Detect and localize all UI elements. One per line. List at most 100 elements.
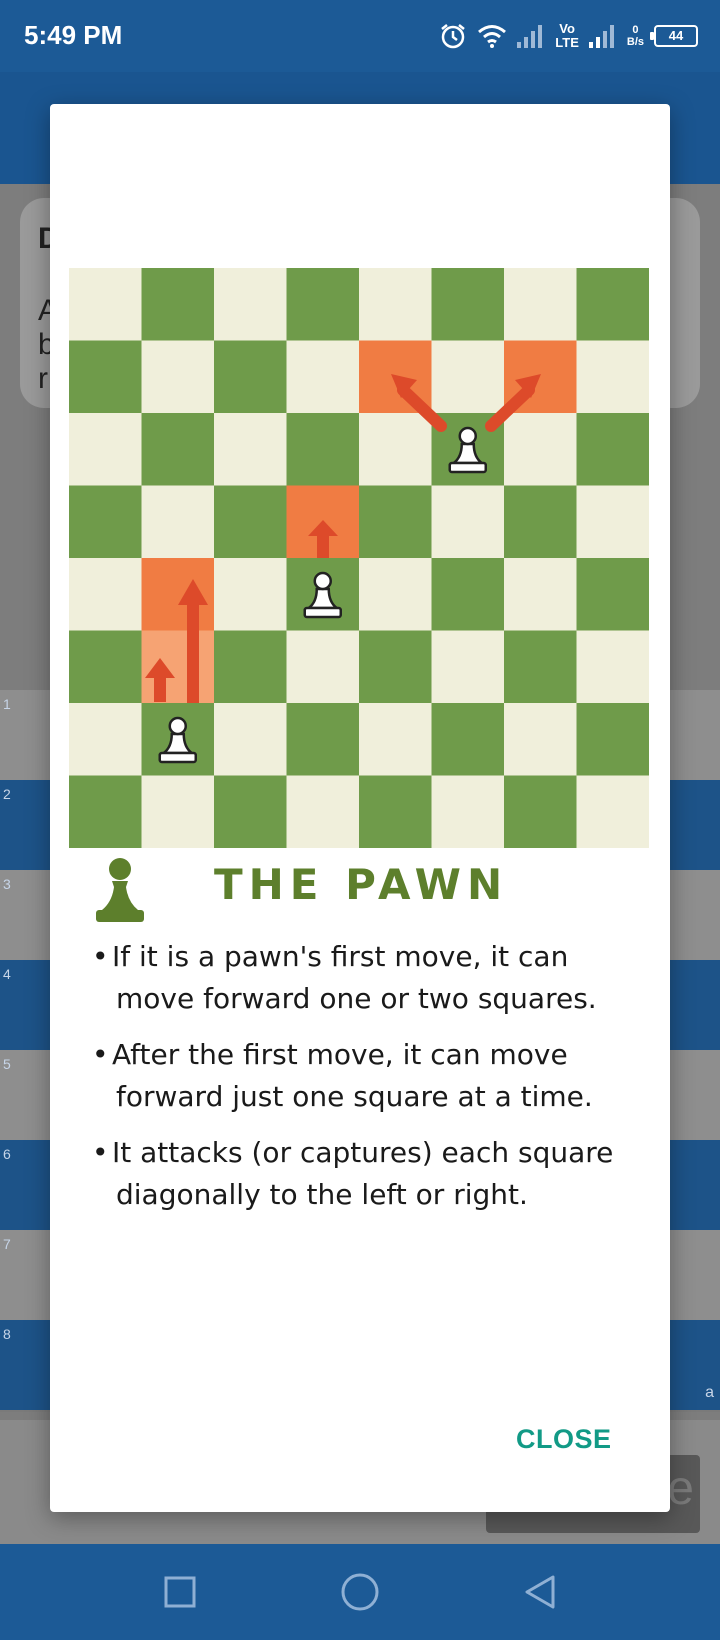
back-button[interactable] [516, 1568, 564, 1616]
navigation-bar [0, 1544, 720, 1640]
rank-number: 6 [3, 1146, 11, 1162]
board-square [141, 775, 215, 848]
board-square [141, 485, 215, 559]
status-icons: Vo LTE 0 B/s 44 [439, 18, 698, 54]
pawn-moves-board [69, 268, 649, 848]
signal-icon [517, 25, 543, 48]
pawn-title-row: THE PAWN [92, 852, 632, 932]
board-square [431, 703, 505, 776]
board-square [214, 268, 287, 341]
rule-line: After the first move, it can move [112, 1038, 568, 1071]
rank-number: 2 [3, 786, 11, 802]
board-square [214, 340, 287, 414]
board-square [286, 268, 360, 341]
board-square [69, 558, 142, 631]
board-square [504, 775, 577, 848]
board-square [69, 775, 142, 848]
board-square [576, 413, 649, 486]
board-square [504, 268, 577, 341]
board-square [286, 340, 360, 414]
rule-bullet: • [92, 1038, 109, 1071]
highlight-square [141, 630, 214, 703]
rule-line: move forward one or two squares. [116, 982, 597, 1015]
rule-bullet: • [92, 1136, 109, 1169]
board-square [214, 703, 287, 776]
recents-button[interactable] [156, 1568, 204, 1616]
board-square [359, 775, 432, 848]
close-button[interactable]: CLOSE [516, 1424, 612, 1455]
signal-icon [588, 25, 614, 48]
board-square [286, 413, 360, 486]
rank-number: 1 [3, 696, 11, 712]
rule-line: It attacks (or captures) each square [112, 1136, 614, 1169]
board-square [214, 558, 287, 631]
rank-number: 7 [3, 1236, 11, 1252]
pawn-rules-dialog: THE PAWN • If it is a pawn's first move,… [50, 104, 670, 1512]
board-square [286, 703, 360, 776]
net-speed: 0 B/s [627, 24, 644, 48]
board-square [576, 775, 649, 848]
board-square [141, 268, 215, 341]
board-square [286, 775, 360, 848]
dialog-title: THE PAWN [214, 860, 509, 909]
rule-line: If it is a pawn's first move, it can [112, 940, 569, 973]
board-square [431, 485, 505, 559]
board-square [69, 268, 142, 341]
board-square [69, 485, 142, 559]
board-square [214, 775, 287, 848]
board-square [576, 340, 649, 414]
recents-square-icon [164, 1576, 196, 1608]
board-square [359, 703, 432, 776]
board-square [214, 630, 287, 704]
battery-icon: 44 [650, 25, 698, 47]
rule-item: • After the first move, it can move forw… [92, 1034, 672, 1118]
board-square [214, 485, 287, 559]
board-square [504, 630, 577, 704]
board-square [431, 558, 505, 631]
back-triangle-icon [525, 1575, 555, 1609]
wifi-icon [478, 25, 507, 48]
rule-item: • It attacks (or captures) each square d… [92, 1132, 672, 1216]
board-square [69, 630, 142, 704]
home-button[interactable] [336, 1568, 384, 1616]
home-circle-icon [341, 1573, 379, 1611]
file-letter: a [705, 1384, 714, 1401]
net-speed-unit: B/s [626, 36, 644, 48]
rule-line: diagonally to the left or right. [116, 1178, 528, 1211]
highlight-square [141, 558, 214, 631]
board-square [504, 558, 577, 631]
rank-number: 8 [3, 1326, 11, 1342]
alarm-icon [441, 24, 466, 49]
volte-bottom: LTE [555, 35, 579, 50]
status-time: 5:49 PM [24, 20, 123, 50]
volte-indicator: Vo LTE [555, 22, 579, 50]
board-square [359, 485, 432, 559]
board-square [576, 630, 649, 704]
rule-line: forward just one square at a time. [116, 1080, 593, 1113]
background-card-letter: r [38, 362, 48, 395]
board-square [431, 775, 505, 848]
rank-number: 4 [3, 966, 11, 982]
board-square [359, 630, 432, 704]
rank-number: 5 [3, 1056, 11, 1072]
pawn-icon [96, 858, 144, 922]
board-square [359, 268, 432, 341]
board-square [504, 485, 577, 559]
net-speed-value: 0 [632, 24, 639, 36]
status-bar: 5:49 PM Vo LTE 0 B/s 44 [0, 0, 720, 72]
board-square [504, 703, 577, 776]
board-square [359, 413, 432, 486]
board-square [576, 558, 649, 631]
battery-level: 44 [668, 28, 684, 43]
board-square [359, 558, 432, 631]
rule-bullet: • [92, 940, 109, 973]
board-square [431, 268, 505, 341]
board-square [141, 340, 215, 414]
board-square [69, 703, 142, 776]
board-square [214, 413, 287, 486]
board-square [69, 340, 142, 414]
board-square [69, 413, 142, 486]
volte-top: Vo [559, 21, 575, 36]
rank-number: 3 [3, 876, 11, 892]
rule-item: • If it is a pawn's first move, it can m… [92, 936, 672, 1020]
